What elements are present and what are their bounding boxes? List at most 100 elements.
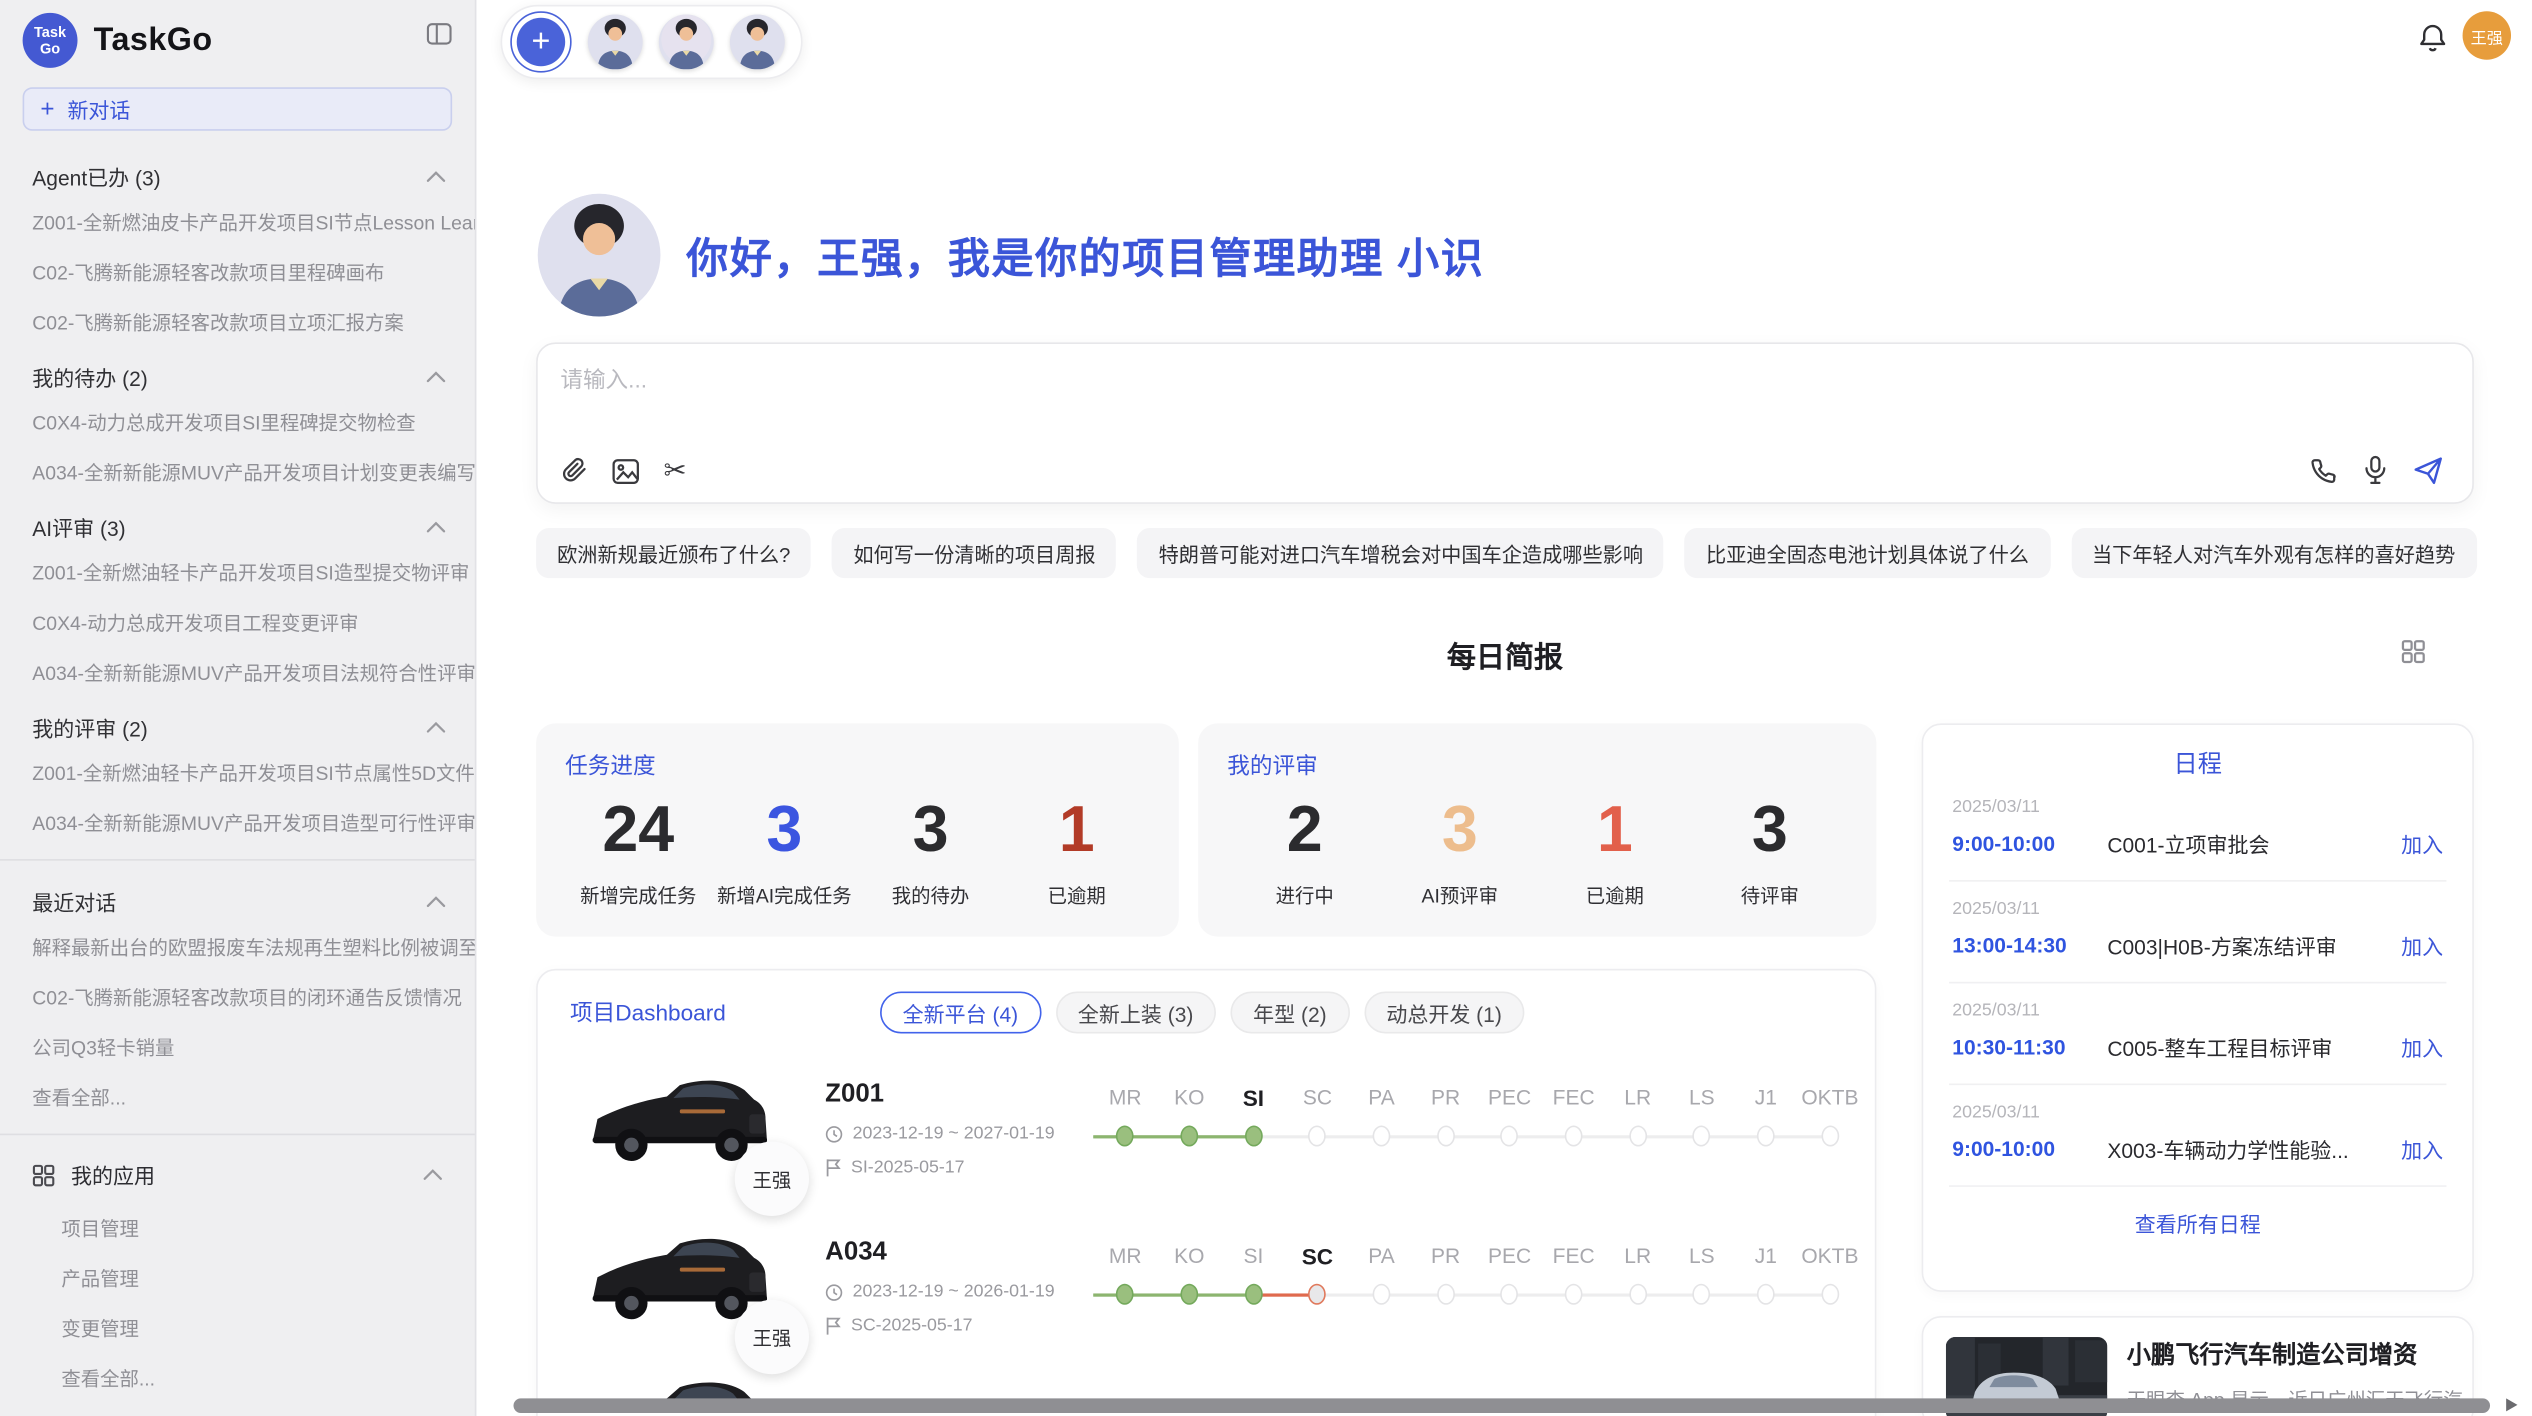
section-recent-chats[interactable]: 最近对话 — [0, 872, 475, 922]
milestone-label: J1 — [1734, 1242, 1798, 1271]
sidebar-item[interactable]: A034-全新新能源MUV产品开发项目造型可行性评审 — [0, 798, 475, 848]
milestone-dot[interactable] — [1821, 1284, 1839, 1305]
new-chat-button[interactable]: + 新对话 — [23, 87, 453, 131]
tab-new-platform[interactable]: 全新平台 (4) — [880, 991, 1041, 1033]
suggestion-chip[interactable]: 欧洲新规最近颁布了什么? — [536, 528, 811, 578]
scrollbar-right-arrow[interactable] — [2506, 1398, 2517, 1411]
chevron-up-icon — [426, 722, 445, 733]
attachment-icon[interactable] — [562, 457, 588, 484]
join-link[interactable]: 加入 — [2401, 1032, 2443, 1063]
app-item-change[interactable]: 变更管理 — [0, 1303, 475, 1353]
join-link[interactable]: 加入 — [2401, 930, 2443, 961]
sidebar-item[interactable]: C0X4-动力总成开发项目工程变更评审 — [0, 597, 475, 647]
recent-chat-item[interactable]: 公司Q3轻卡销量 — [0, 1022, 475, 1072]
sidebar-item[interactable]: A034-全新新能源MUV产品开发项目计划变更表编写 — [0, 447, 475, 497]
my-apps-header[interactable]: 我的应用 — [0, 1147, 475, 1204]
milestone-dot-overdue[interactable] — [1309, 1284, 1327, 1305]
milestone-dot[interactable] — [1629, 1284, 1647, 1305]
assistant-avatar-2[interactable] — [659, 15, 714, 70]
project-row-a034[interactable]: 王强 A034 2023-12-19 ~ 2026-01-19 SC- — [570, 1208, 1875, 1366]
sidebar-item[interactable]: Z001-全新燃油轻卡产品开发项目SI节点属性5D文件评审 — [0, 748, 475, 798]
plus-icon: + — [517, 18, 565, 66]
phone-icon[interactable] — [2309, 456, 2336, 483]
join-link[interactable]: 加入 — [2401, 828, 2443, 859]
stat-label: 已逾期 — [1004, 882, 1150, 909]
milestone-dot[interactable] — [1437, 1126, 1455, 1147]
milestone-dot[interactable] — [1244, 1126, 1262, 1147]
milestone-dot[interactable] — [1437, 1284, 1455, 1305]
assistant-avatar-1[interactable] — [588, 15, 643, 70]
schedule-event: 2025/03/11 13:00-14:30 C003|H0B-方案冻结评审 加… — [1949, 882, 2446, 984]
new-session-button[interactable]: + — [510, 11, 571, 72]
chat-input[interactable] — [557, 360, 2340, 457]
stat-value: 3 — [1382, 791, 1537, 869]
suggestion-chip[interactable]: 比亚迪全固态电池计划具体说了什么 — [1685, 528, 2050, 578]
view-all-schedule-link[interactable]: 查看所有日程 — [1949, 1187, 2446, 1260]
suggestion-chip[interactable]: 当下年轻人对汽车外观有怎样的喜好趋势 — [2071, 528, 2476, 578]
stat-value: 1 — [1004, 791, 1150, 869]
milestone-label: PEC — [1478, 1084, 1542, 1113]
milestone-label: OKTB — [1798, 1084, 1862, 1113]
recent-view-all[interactable]: 查看全部... — [0, 1072, 475, 1122]
milestone-label: PA — [1349, 1242, 1413, 1271]
join-link[interactable]: 加入 — [2401, 1134, 2443, 1165]
horizontal-scrollbar[interactable] — [514, 1398, 2491, 1413]
grid-icon — [32, 1163, 55, 1186]
recent-chat-item[interactable]: C02-飞腾新能源轻客改款项目的闭环通告反馈情况 — [0, 972, 475, 1022]
my-cloud-space[interactable]: 我的云空间 — [0, 1403, 475, 1416]
assistant-avatar-large — [538, 194, 661, 317]
project-row-z001[interactable]: 王强 Z001 2023-12-19 ~ 2027-01-19 SI- — [570, 1050, 1875, 1208]
milestone-dot[interactable] — [1501, 1284, 1519, 1305]
event-date: 2025/03/11 — [1952, 1103, 2443, 1122]
tab-new-body[interactable]: 全新上装 (3) — [1055, 991, 1216, 1033]
milestone-dot[interactable] — [1116, 1284, 1134, 1305]
sidebar-item[interactable]: Z001-全新燃油轻卡产品开发项目SI造型提交物评审 — [0, 547, 475, 597]
sidebar-collapse-icon[interactable] — [426, 23, 452, 46]
app-item-project[interactable]: 项目管理 — [0, 1203, 475, 1253]
milestone-dot[interactable] — [1693, 1284, 1711, 1305]
milestone-dot[interactable] — [1757, 1284, 1775, 1305]
milestone-dot[interactable] — [1565, 1126, 1583, 1147]
sidebar-item[interactable]: Z001-全新燃油皮卡产品开发项目SI节点Lesson Learn报告 — [0, 197, 475, 247]
microphone-icon[interactable] — [2364, 455, 2387, 484]
section-agent-done[interactable]: Agent已办 (3) — [0, 147, 475, 197]
recent-chat-item[interactable]: 解释最新出台的欧盟报废车法规再生塑料比例被调至15%... — [0, 922, 475, 972]
section-my-todo[interactable]: 我的待办 (2) — [0, 347, 475, 397]
scissors-icon[interactable]: ✂ — [664, 457, 687, 484]
milestone-dot[interactable] — [1501, 1126, 1519, 1147]
suggestion-chip[interactable]: 如何写一份清晰的项目周报 — [832, 528, 1116, 578]
milestone-dot[interactable] — [1116, 1126, 1134, 1147]
apps-view-all[interactable]: 查看全部... — [0, 1353, 475, 1403]
milestone-dot[interactable] — [1180, 1126, 1198, 1147]
milestone-dot[interactable] — [1309, 1126, 1327, 1147]
milestone-label: LS — [1670, 1084, 1734, 1113]
send-icon[interactable] — [2414, 456, 2443, 483]
project-flag: SI-2025-05-17 — [851, 1158, 965, 1177]
milestone-dot[interactable] — [1757, 1126, 1775, 1147]
tab-model-year[interactable]: 年型 (2) — [1231, 991, 1350, 1033]
milestone-dot[interactable] — [1373, 1126, 1391, 1147]
milestone-dot[interactable] — [1180, 1284, 1198, 1305]
tab-powertrain[interactable]: 动总开发 (1) — [1364, 991, 1525, 1033]
milestone-dot[interactable] — [1629, 1126, 1647, 1147]
milestone-dot[interactable] — [1565, 1284, 1583, 1305]
section-ai-review[interactable]: AI评审 (3) — [0, 497, 475, 547]
suggestion-chip[interactable]: 特朗普可能对进口汽车增税会对中国车企造成哪些影响 — [1138, 528, 1664, 578]
milestone-dot[interactable] — [1373, 1284, 1391, 1305]
assistant-avatar-3[interactable] — [730, 15, 785, 70]
sidebar-item[interactable]: C02-飞腾新能源轻客改款项目立项汇报方案 — [0, 297, 475, 347]
milestone-dot[interactable] — [1693, 1126, 1711, 1147]
sidebar-item[interactable]: C0X4-动力总成开发项目SI里程碑提交物检查 — [0, 397, 475, 447]
milestone-dot[interactable] — [1821, 1126, 1839, 1147]
notification-bell-icon[interactable] — [2417, 21, 2448, 53]
user-avatar[interactable]: 王强 — [2463, 11, 2511, 59]
section-my-review[interactable]: 我的评审 (2) — [0, 698, 475, 748]
project-dashboard-card: 项目Dashboard 全新平台 (4) 全新上装 (3) 年型 (2) 动总开… — [536, 969, 1876, 1416]
app-item-product[interactable]: 产品管理 — [0, 1253, 475, 1303]
sidebar-item[interactable]: A034-全新新能源MUV产品开发项目法规符合性评审 — [0, 648, 475, 698]
schedule-card: 日程 2025/03/11 9:00-10:00 C001-立项审批会 加入 2… — [1922, 723, 2474, 1291]
milestone-dot[interactable] — [1244, 1284, 1262, 1305]
image-icon[interactable] — [612, 458, 639, 484]
layout-grid-icon[interactable] — [2401, 639, 2425, 663]
sidebar-item[interactable]: C02-飞腾新能源轻客改款项目里程碑画布 — [0, 247, 475, 297]
